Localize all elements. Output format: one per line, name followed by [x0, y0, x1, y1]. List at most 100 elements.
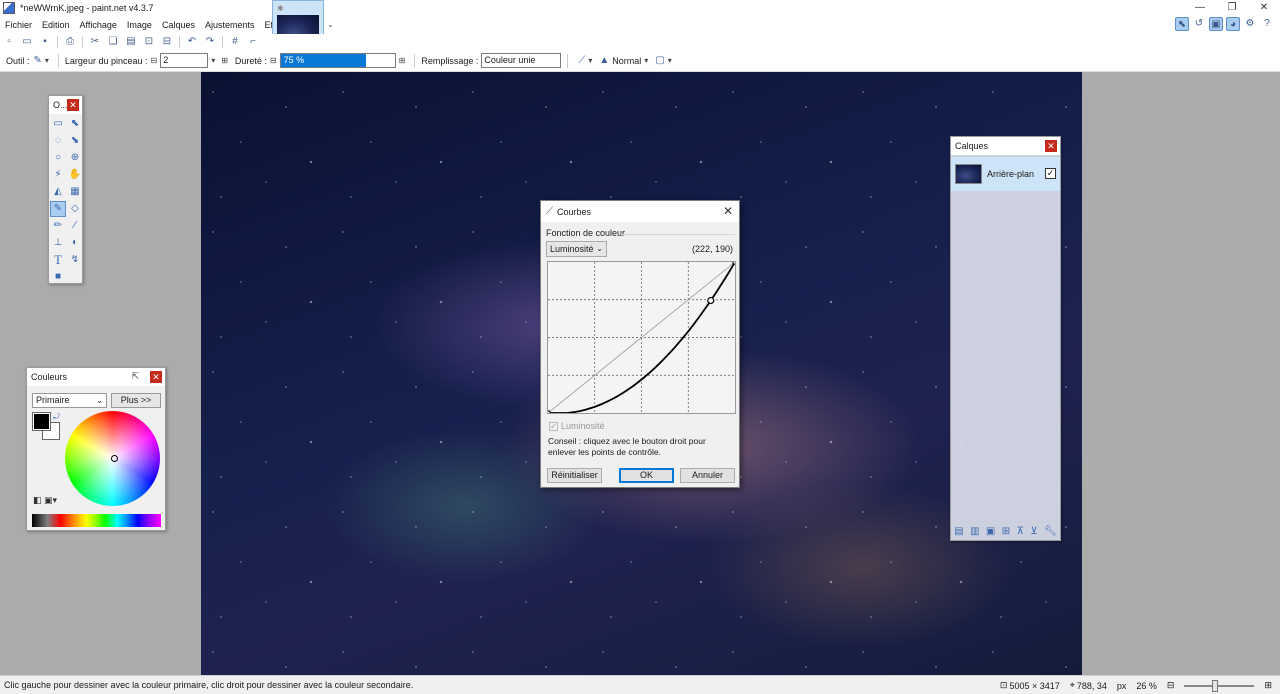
reset-button[interactable]: Réinitialiser — [547, 468, 602, 483]
colors-window-toggle-icon[interactable]: ◕ — [1226, 17, 1240, 31]
zoom-slider-thumb[interactable] — [1212, 679, 1219, 692]
grid-icon[interactable]: # — [229, 36, 241, 48]
color-wheel-cursor[interactable] — [111, 455, 118, 462]
text-icon[interactable]: T — [50, 252, 66, 268]
primary-color-swatch[interactable] — [32, 412, 51, 431]
paint-bucket-icon[interactable]: ◭ — [50, 184, 66, 200]
color-picker-icon[interactable]: ⁄ — [67, 218, 83, 234]
move-selection-icon[interactable]: ⬉ — [67, 116, 83, 132]
brush-width-input[interactable]: 2 — [160, 53, 209, 68]
minimize-button[interactable]: — — [1184, 0, 1216, 16]
tools-close-icon[interactable]: ✕ — [67, 99, 79, 111]
ellipse-select-icon[interactable]: ○ — [50, 150, 66, 166]
color-palette[interactable] — [32, 514, 161, 527]
layer-visibility-checkbox[interactable]: ✓ — [1045, 168, 1056, 179]
colors-close-icon[interactable]: ✕ — [150, 371, 162, 383]
menu-edition[interactable]: Edition — [37, 16, 75, 34]
blend-mode-value[interactable]: Normal — [612, 56, 641, 66]
shapes-icon[interactable]: ■ — [50, 269, 66, 285]
units-select[interactable]: px — [1117, 681, 1127, 691]
pan-icon[interactable]: ✋ — [67, 167, 83, 183]
curve-graph[interactable] — [545, 259, 738, 416]
selection-mode-chevron-icon[interactable]: ▾ — [668, 56, 672, 65]
layers-close-icon[interactable]: ✕ — [1045, 140, 1057, 152]
blend-mode-icon[interactable]: ▲ — [599, 55, 609, 66]
move-layer-up-icon[interactable]: ⊼ — [1017, 526, 1024, 537]
open-file-icon[interactable]: ▭ — [21, 36, 33, 48]
hardness-increase-icon[interactable]: ⊞ — [399, 56, 406, 65]
lasso-select-icon[interactable]: ◌ — [50, 133, 66, 149]
pin-icon[interactable]: ⇱ — [131, 371, 139, 382]
close-icon[interactable]: ✕ — [723, 204, 733, 218]
zoom-slider[interactable] — [1184, 679, 1255, 692]
zoom-value[interactable]: 26 % — [1136, 681, 1157, 691]
close-button[interactable]: ✕ — [1248, 0, 1280, 16]
layers-window-toggle-icon[interactable]: ▣ — [1209, 17, 1223, 31]
move-layer-down-icon[interactable]: ⊻ — [1030, 526, 1037, 537]
maximize-button[interactable]: ❐ — [1216, 0, 1248, 16]
deselect-icon[interactable]: ⊟ — [161, 36, 173, 48]
clone-stamp-icon[interactable]: ⊥ — [50, 235, 66, 251]
paste-icon[interactable]: ▤ — [125, 36, 137, 48]
crop-icon[interactable]: ⊡ — [143, 36, 155, 48]
fill-select[interactable]: Couleur unie — [481, 53, 562, 68]
curve-control-point[interactable] — [545, 410, 551, 416]
selection-mode-icon[interactable]: ▢ — [655, 55, 664, 66]
zoom-icon[interactable]: ⊕ — [67, 150, 83, 166]
paintbrush-icon[interactable]: ✎ — [50, 201, 66, 217]
color-target-select[interactable]: Primaire ⌄ — [32, 393, 107, 408]
menu-ajustements[interactable]: Ajustements — [200, 16, 260, 34]
magic-wand-icon[interactable]: ⚡ — [50, 167, 66, 183]
zoom-out-icon[interactable]: ⊟ — [1167, 680, 1175, 691]
curve-control-point[interactable] — [707, 296, 715, 305]
redo-icon[interactable]: ↷ — [204, 36, 216, 48]
curve-control-point[interactable] — [732, 259, 738, 265]
settings-gear-icon[interactable]: ⚙ — [1243, 17, 1257, 31]
tools-window-titlebar[interactable]: O... ✕ — [49, 96, 82, 114]
cut-icon[interactable]: ✂ — [89, 36, 101, 48]
line-curve-icon[interactable]: ↯ — [67, 252, 83, 268]
antialiasing-icon[interactable]: ⟋ — [578, 55, 585, 66]
brush-width-increase-icon[interactable]: ⊞ — [221, 56, 228, 65]
curves-dialog-titlebar[interactable]: ⟋ Courbes ✕ — [541, 201, 739, 222]
swap-colors-icon[interactable]: ⤾ — [53, 412, 60, 422]
eraser-icon[interactable]: ◇ — [67, 201, 83, 217]
menu-calques[interactable]: Calques — [157, 16, 200, 34]
print-icon[interactable]: ⎙ — [64, 36, 76, 48]
layer-row[interactable]: Arrière-plan ✓ — [951, 157, 1060, 191]
brush-width-decrease-icon[interactable]: ⊟ — [150, 56, 157, 65]
brush-width-chevron-icon[interactable]: ▾ — [211, 56, 215, 65]
gradient-icon[interactable]: ▦ — [67, 184, 83, 200]
ok-button[interactable]: OK — [619, 468, 674, 483]
copy-icon[interactable]: ❏ — [107, 36, 119, 48]
help-icon[interactable]: ? — [1260, 17, 1274, 31]
reset-colors-icon[interactable]: ◧ — [33, 495, 42, 505]
tab-list-chevron-icon[interactable]: ⌄ — [327, 20, 334, 29]
move-selected-icon[interactable]: ⬊ — [67, 133, 83, 149]
tools-window-toggle-icon[interactable]: ⬉ — [1175, 17, 1189, 31]
layer-properties-icon[interactable]: 🔧︎ — [1044, 526, 1057, 537]
cancel-button[interactable]: Annuler — [680, 468, 735, 483]
hardness-slider[interactable]: 75 % — [279, 53, 396, 68]
layers-window-titlebar[interactable]: Calques ✕ — [951, 137, 1060, 155]
colors-window-titlebar[interactable]: Couleurs ⇱ ✕ — [27, 368, 165, 386]
more-colors-button[interactable]: Plus >> — [111, 393, 161, 408]
delete-layer-icon[interactable]: ▥ — [970, 526, 979, 537]
zoom-in-icon[interactable]: ⊞ — [1264, 680, 1272, 691]
merge-layer-icon[interactable]: ⊞ — [1002, 526, 1010, 537]
blend-mode-chevron-icon[interactable]: ▾ — [644, 56, 648, 65]
duplicate-layer-icon[interactable]: ▣ — [986, 526, 995, 537]
paintbrush-icon[interactable]: ✎ — [34, 55, 42, 66]
rectangle-select-icon[interactable]: ▭ — [50, 116, 66, 132]
history-window-toggle-icon[interactable]: ↺ — [1192, 17, 1206, 31]
curve-mode-select[interactable]: Luminosité ⌄ — [546, 241, 607, 257]
undo-icon[interactable]: ↶ — [186, 36, 198, 48]
curve-editor[interactable] — [545, 259, 738, 416]
add-layer-icon[interactable]: ▤ — [954, 526, 963, 537]
new-file-icon[interactable]: ▫ — [3, 36, 15, 48]
menu-image[interactable]: Image — [122, 16, 157, 34]
pencil-icon[interactable]: ✏ — [50, 218, 66, 234]
palette-menu-icon[interactable]: ▣▾ — [44, 495, 57, 505]
antialiasing-chevron-icon[interactable]: ▾ — [588, 56, 592, 65]
save-file-icon[interactable]: ▪ — [39, 36, 51, 48]
